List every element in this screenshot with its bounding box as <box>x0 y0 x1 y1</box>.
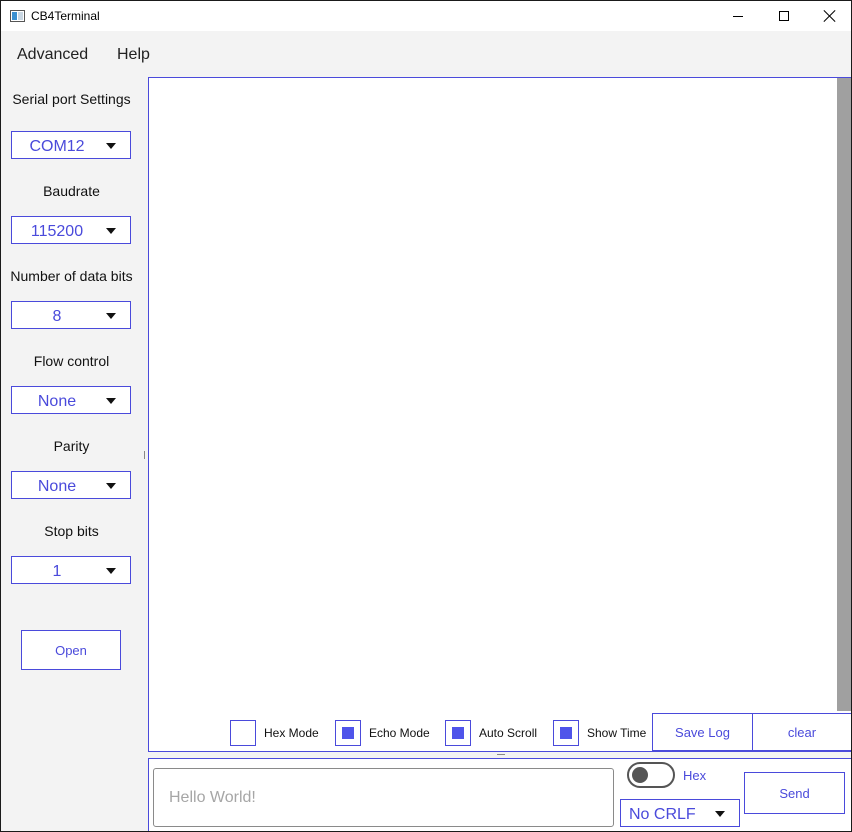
flow-control-select[interactable]: None <box>11 386 131 414</box>
caret-down-icon <box>106 313 116 319</box>
baudrate-select[interactable]: 115200 <box>11 216 131 244</box>
horizontal-splitter-handle[interactable] <box>497 754 505 755</box>
maximize-icon <box>779 11 789 21</box>
port-select-value: COM12 <box>29 138 85 155</box>
show-time-label: Show Time <box>587 726 647 740</box>
send-button[interactable]: Send <box>744 772 845 814</box>
hex-send-toggle[interactable] <box>627 762 675 788</box>
data-bits-select-value: 8 <box>52 308 62 325</box>
baudrate-select-value: 115200 <box>30 223 84 240</box>
message-input[interactable] <box>153 768 614 827</box>
parity-label: Parity <box>53 438 90 454</box>
window-title: CB4Terminal <box>31 9 100 23</box>
menu-bar: Advanced Help <box>1 31 851 77</box>
menu-advanced[interactable]: Advanced <box>17 46 88 64</box>
hex-mode-label: Hex Mode <box>264 726 319 740</box>
close-button[interactable] <box>807 1 851 31</box>
serial-settings-sidebar: Serial port Settings COM12 Baudrate 1152… <box>1 77 146 831</box>
baudrate-label: Baudrate <box>43 183 100 199</box>
line-ending-select[interactable]: No CRLF <box>620 799 740 827</box>
caret-down-icon <box>106 228 116 234</box>
minimize-icon <box>733 15 743 17</box>
caret-down-icon <box>715 811 725 817</box>
caret-down-icon <box>106 398 116 404</box>
hex-mode-checkbox[interactable] <box>230 720 256 746</box>
line-ending-value: No CRLF <box>629 806 696 823</box>
hex-send-label: Hex <box>683 768 707 783</box>
close-icon <box>824 10 836 22</box>
stop-bits-select[interactable]: 1 <box>11 556 131 584</box>
app-window: CB4Terminal Advanced Help Serial port Se… <box>0 0 852 832</box>
caret-down-icon <box>106 483 116 489</box>
stop-bits-label: Stop bits <box>44 523 99 539</box>
flow-control-select-value: None <box>37 393 77 410</box>
open-port-button[interactable]: Open <box>21 630 121 670</box>
menu-help[interactable]: Help <box>117 46 150 64</box>
log-output[interactable]: Hex Mode Echo Mode Auto Scroll Show Time… <box>148 77 851 752</box>
minimize-button[interactable] <box>715 1 761 31</box>
flow-control-label: Flow control <box>33 353 110 369</box>
save-log-button[interactable]: Save Log <box>652 713 753 751</box>
terminal-app-icon <box>10 10 25 22</box>
caret-down-icon <box>106 143 116 149</box>
serial-settings-heading: Serial port Settings <box>12 91 131 107</box>
parity-select-value: None <box>37 478 77 495</box>
caret-down-icon <box>106 568 116 574</box>
echo-mode-label: Echo Mode <box>369 726 430 740</box>
show-time-checkbox[interactable] <box>553 720 579 746</box>
toggle-knob <box>632 767 648 783</box>
clear-log-button[interactable]: clear <box>752 713 851 751</box>
data-bits-select[interactable]: 8 <box>11 301 131 329</box>
auto-scroll-label: Auto Scroll <box>479 726 538 740</box>
send-panel: Hex No CRLF Send <box>148 758 851 831</box>
parity-select[interactable]: None <box>11 471 131 499</box>
vertical-splitter-handle[interactable] <box>144 451 145 459</box>
log-options-bar: Hex Mode Echo Mode Auto Scroll Show Time… <box>149 713 851 751</box>
data-bits-label: Number of data bits <box>10 268 133 284</box>
echo-mode-checkbox[interactable] <box>335 720 361 746</box>
maximize-button[interactable] <box>761 1 807 31</box>
auto-scroll-checkbox[interactable] <box>445 720 471 746</box>
port-select[interactable]: COM12 <box>11 131 131 159</box>
stop-bits-select-value: 1 <box>52 563 62 580</box>
title-bar: CB4Terminal <box>1 1 851 31</box>
log-scrollbar[interactable] <box>837 78 851 711</box>
